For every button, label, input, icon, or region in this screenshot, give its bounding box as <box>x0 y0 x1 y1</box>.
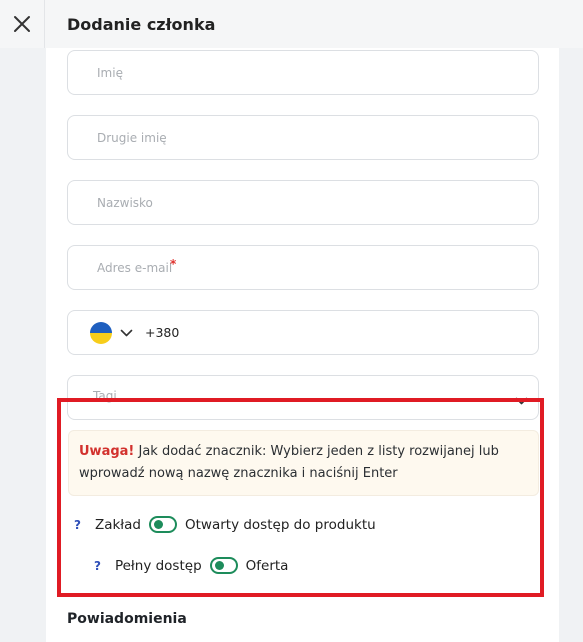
chevron-down-icon <box>120 329 133 336</box>
full-access-label: Pełny dostęp <box>114 557 202 574</box>
offer-label: Oferta <box>245 557 289 574</box>
close-icon <box>14 16 30 32</box>
first-name-field[interactable] <box>67 50 539 95</box>
help-icon[interactable]: ? <box>74 518 81 532</box>
plant-label: Zakład <box>94 516 141 533</box>
phone-field[interactable]: +380 <box>67 310 539 355</box>
tag-help-alert: Uwaga! Jak dodać znacznik: Wybierz jeden… <box>68 430 539 496</box>
header-divider <box>44 0 45 48</box>
permission-row-full-access: ? Pełny dostęp Oferta <box>94 557 288 574</box>
help-icon[interactable]: ? <box>94 559 101 573</box>
dialog-header: Dodanie członka <box>0 0 583 48</box>
ukraine-flag-icon[interactable] <box>90 321 112 344</box>
plant-access-toggle[interactable] <box>149 516 177 533</box>
close-button[interactable] <box>0 0 44 48</box>
alert-label: Uwaga! <box>79 444 135 459</box>
country-dropdown-button[interactable] <box>120 329 133 337</box>
product-access-label: Otwarty dostęp do produktu <box>185 516 376 533</box>
form-panel: * +380 Tagi <box>46 48 559 642</box>
middle-name-field[interactable] <box>67 115 539 160</box>
tags-chevron[interactable] <box>515 390 528 409</box>
alert-text: Jak dodać znacznik: Wybierz jeden z list… <box>79 444 499 481</box>
offer-toggle[interactable] <box>209 557 238 574</box>
email-input[interactable] <box>97 246 538 289</box>
middle-name-input[interactable] <box>97 116 538 159</box>
tags-placeholder: Tagi <box>93 389 117 403</box>
chevron-down-icon <box>515 397 528 405</box>
email-field[interactable]: * <box>67 245 539 290</box>
toggle-knob <box>154 520 163 529</box>
phone-dial-code[interactable]: +380 <box>145 325 179 340</box>
tags-select[interactable]: Tagi <box>67 375 539 420</box>
permission-row-plant: ? Zakład Otwarty dostęp do produktu <box>74 516 376 533</box>
toggle-knob <box>214 561 224 570</box>
last-name-input[interactable] <box>97 181 538 224</box>
required-mark: * <box>170 257 177 271</box>
notifications-title: Powiadomienia <box>67 611 187 627</box>
last-name-field[interactable] <box>67 180 539 225</box>
page-title: Dodanie członka <box>67 14 216 34</box>
first-name-input[interactable] <box>97 51 538 94</box>
